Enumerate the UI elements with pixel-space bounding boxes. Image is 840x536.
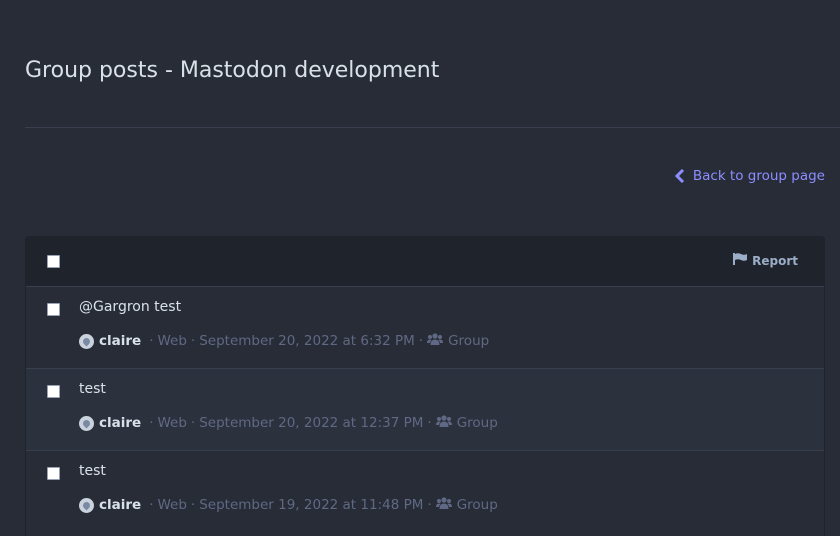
app-name: Web bbox=[157, 415, 187, 431]
post-content: test bbox=[79, 463, 106, 479]
separator: · bbox=[149, 497, 154, 513]
select-all-checkbox[interactable] bbox=[47, 255, 60, 268]
app-name: Web bbox=[157, 497, 187, 513]
post-text: test bbox=[79, 463, 106, 479]
post-text: test bbox=[149, 299, 182, 315]
post-row: @Gargron test claire · Web · September 2… bbox=[26, 286, 824, 368]
mention-link[interactable]: @Gargron bbox=[79, 299, 150, 315]
post-checkbox[interactable] bbox=[47, 467, 60, 480]
post-timestamp[interactable]: September 19, 2022 at 11:48 PM bbox=[199, 497, 423, 513]
post-content: test bbox=[79, 381, 106, 397]
users-icon bbox=[435, 415, 452, 431]
avatar[interactable] bbox=[79, 415, 94, 431]
post-row: test claire · Web · September 20, 2022 a… bbox=[26, 368, 824, 450]
separator: · bbox=[427, 415, 432, 431]
author-name[interactable]: claire bbox=[99, 497, 141, 513]
app-name: Web bbox=[157, 333, 187, 349]
post-timestamp[interactable]: September 20, 2022 at 6:32 PM bbox=[199, 333, 415, 349]
chevron-left-icon bbox=[674, 168, 685, 184]
post-meta: claire · Web · September 19, 2022 at 11:… bbox=[79, 497, 498, 513]
visibility-label: Group bbox=[456, 497, 498, 513]
back-link-label: Back to group page bbox=[692, 168, 825, 184]
report-button-label: Report bbox=[752, 253, 798, 268]
visibility-label: Group bbox=[456, 415, 498, 431]
author-name[interactable]: claire bbox=[99, 415, 141, 431]
post-text: test bbox=[79, 381, 106, 397]
users-icon bbox=[435, 497, 452, 513]
post-checkbox[interactable] bbox=[47, 385, 60, 398]
batch-table: Report @Gargron test claire · Web · Sept… bbox=[25, 236, 825, 536]
separator: · bbox=[427, 497, 432, 513]
visibility-label: Group bbox=[448, 333, 490, 349]
back-to-group-link[interactable]: Back to group page bbox=[674, 168, 825, 184]
separator: · bbox=[190, 333, 196, 349]
post-meta: claire · Web · September 20, 2022 at 6:3… bbox=[79, 333, 489, 349]
separator: · bbox=[418, 333, 424, 349]
author-name[interactable]: claire bbox=[99, 333, 141, 349]
post-checkbox[interactable] bbox=[47, 303, 60, 316]
report-button[interactable]: Report bbox=[733, 253, 798, 268]
post-meta: claire · Web · September 20, 2022 at 12:… bbox=[79, 415, 498, 431]
separator: · bbox=[149, 333, 154, 349]
post-row: test claire · Web · September 19, 2022 a… bbox=[26, 450, 824, 532]
separator: · bbox=[149, 415, 154, 431]
title-divider bbox=[25, 127, 840, 128]
post-timestamp[interactable]: September 20, 2022 at 12:37 PM bbox=[199, 415, 423, 431]
separator: · bbox=[190, 415, 196, 431]
separator: · bbox=[190, 497, 196, 513]
avatar[interactable] bbox=[79, 497, 94, 513]
page-title: Group posts - Mastodon development bbox=[25, 58, 440, 83]
batch-toolbar: Report bbox=[26, 237, 824, 286]
post-content: @Gargron test bbox=[79, 299, 181, 315]
users-icon bbox=[427, 333, 444, 349]
flag-icon bbox=[733, 253, 752, 268]
avatar[interactable] bbox=[79, 333, 94, 349]
page: Group posts - Mastodon development Back … bbox=[0, 0, 840, 536]
